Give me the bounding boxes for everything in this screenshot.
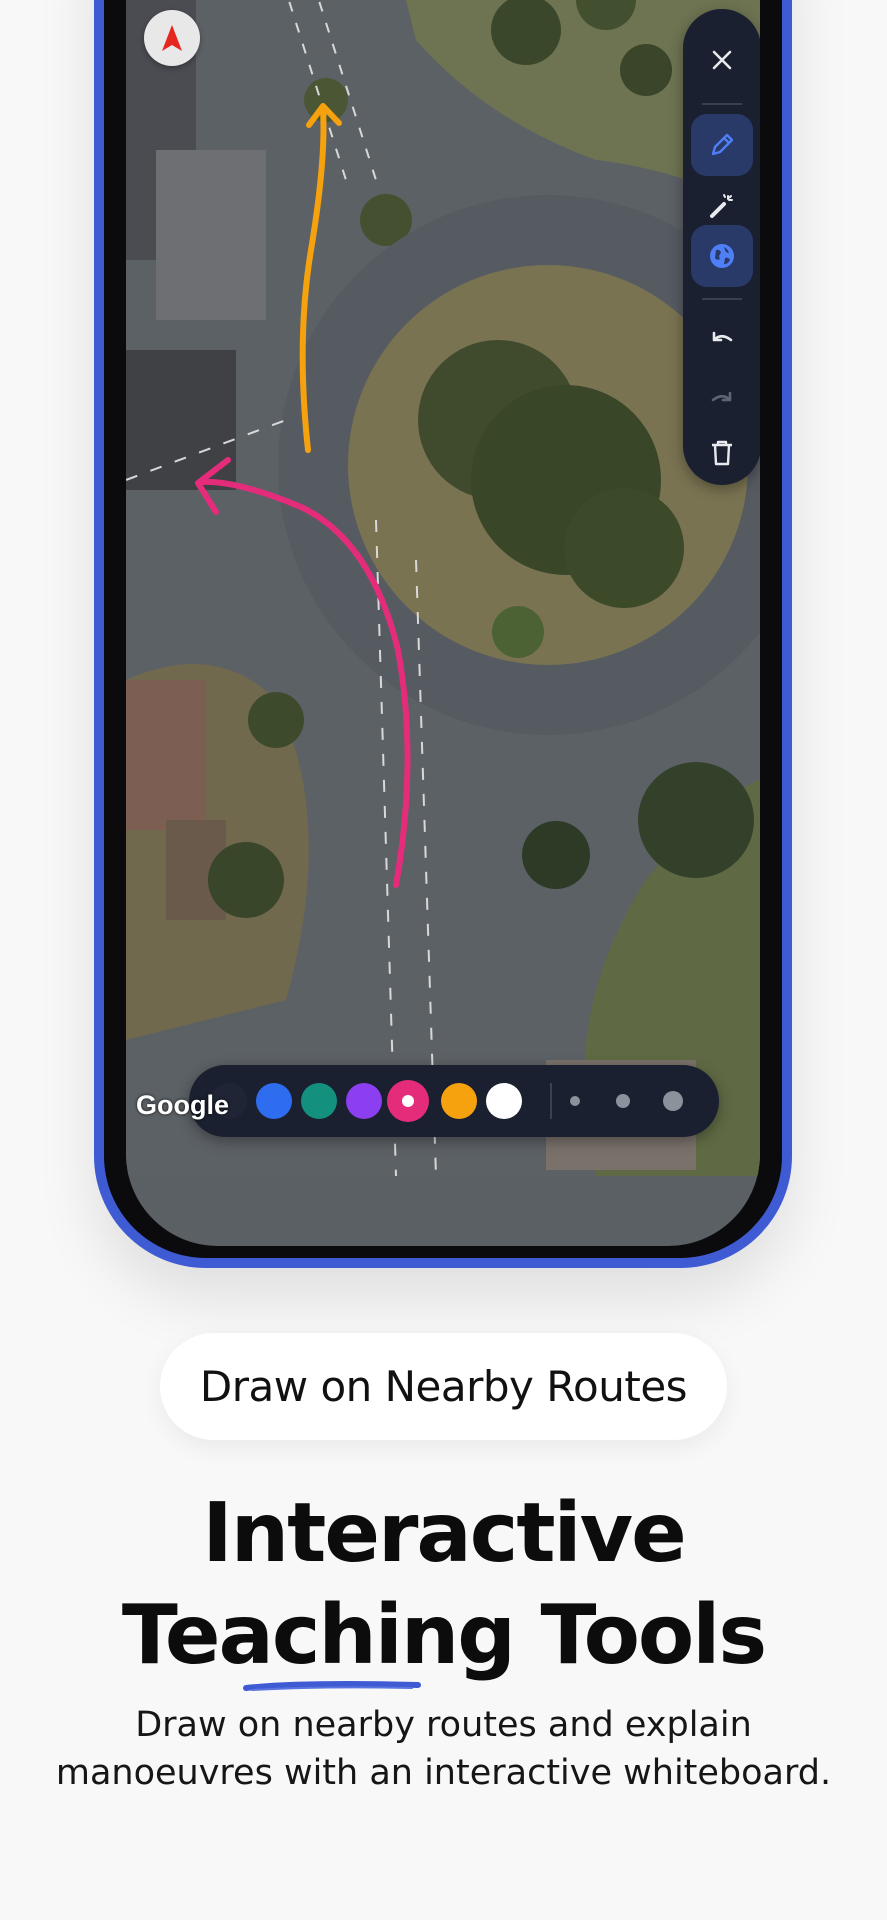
drawing-toolbar <box>683 9 760 485</box>
color-swatch-blue[interactable] <box>256 1083 292 1119</box>
toolbar-divider <box>702 298 742 300</box>
color-swatch-purple[interactable] <box>346 1083 382 1119</box>
close-button[interactable] <box>691 29 753 91</box>
selected-indicator <box>402 1095 414 1107</box>
undo-icon <box>712 331 733 342</box>
map-mode-button[interactable] <box>691 225 753 287</box>
redo-icon <box>711 391 732 402</box>
clear-button[interactable] <box>691 422 753 484</box>
headline-underline <box>243 1681 421 1691</box>
stroke-size-medium[interactable] <box>616 1094 630 1108</box>
feature-pill: Draw on Nearby Routes <box>160 1333 727 1440</box>
undo-button[interactable] <box>691 309 753 371</box>
description-line1: Draw on nearby routes and explain <box>135 1705 752 1745</box>
color-swatch-white[interactable] <box>486 1083 522 1119</box>
pencil-icon <box>711 133 734 156</box>
toolbar-divider <box>702 103 742 105</box>
close-icon <box>712 50 732 70</box>
headline-line2: Teaching Tools <box>121 1588 767 1683</box>
map-attribution: Google <box>136 1090 229 1120</box>
trash-icon <box>712 440 732 466</box>
color-palette <box>189 1065 719 1137</box>
phone-frame: Google <box>94 0 792 1268</box>
satellite-map[interactable] <box>126 0 760 1176</box>
color-swatch-pink[interactable] <box>387 1080 429 1122</box>
headline-line1: Interactive <box>202 1486 686 1581</box>
globe-icon <box>710 244 734 268</box>
pen-tool-button[interactable] <box>691 114 753 176</box>
description-line2: manoeuvres with an interactive whiteboar… <box>55 1753 832 1793</box>
stroke-size-large[interactable] <box>663 1091 683 1111</box>
stroke-size-small[interactable] <box>570 1096 580 1106</box>
laser-pointer-icon <box>710 194 733 218</box>
compass-north-icon[interactable] <box>144 10 200 66</box>
color-swatch-teal[interactable] <box>301 1083 337 1119</box>
phone-bezel: Google <box>104 0 782 1258</box>
palette-divider <box>550 1083 552 1119</box>
color-swatch-orange[interactable] <box>441 1083 477 1119</box>
map-screen[interactable]: Google <box>126 0 760 1246</box>
